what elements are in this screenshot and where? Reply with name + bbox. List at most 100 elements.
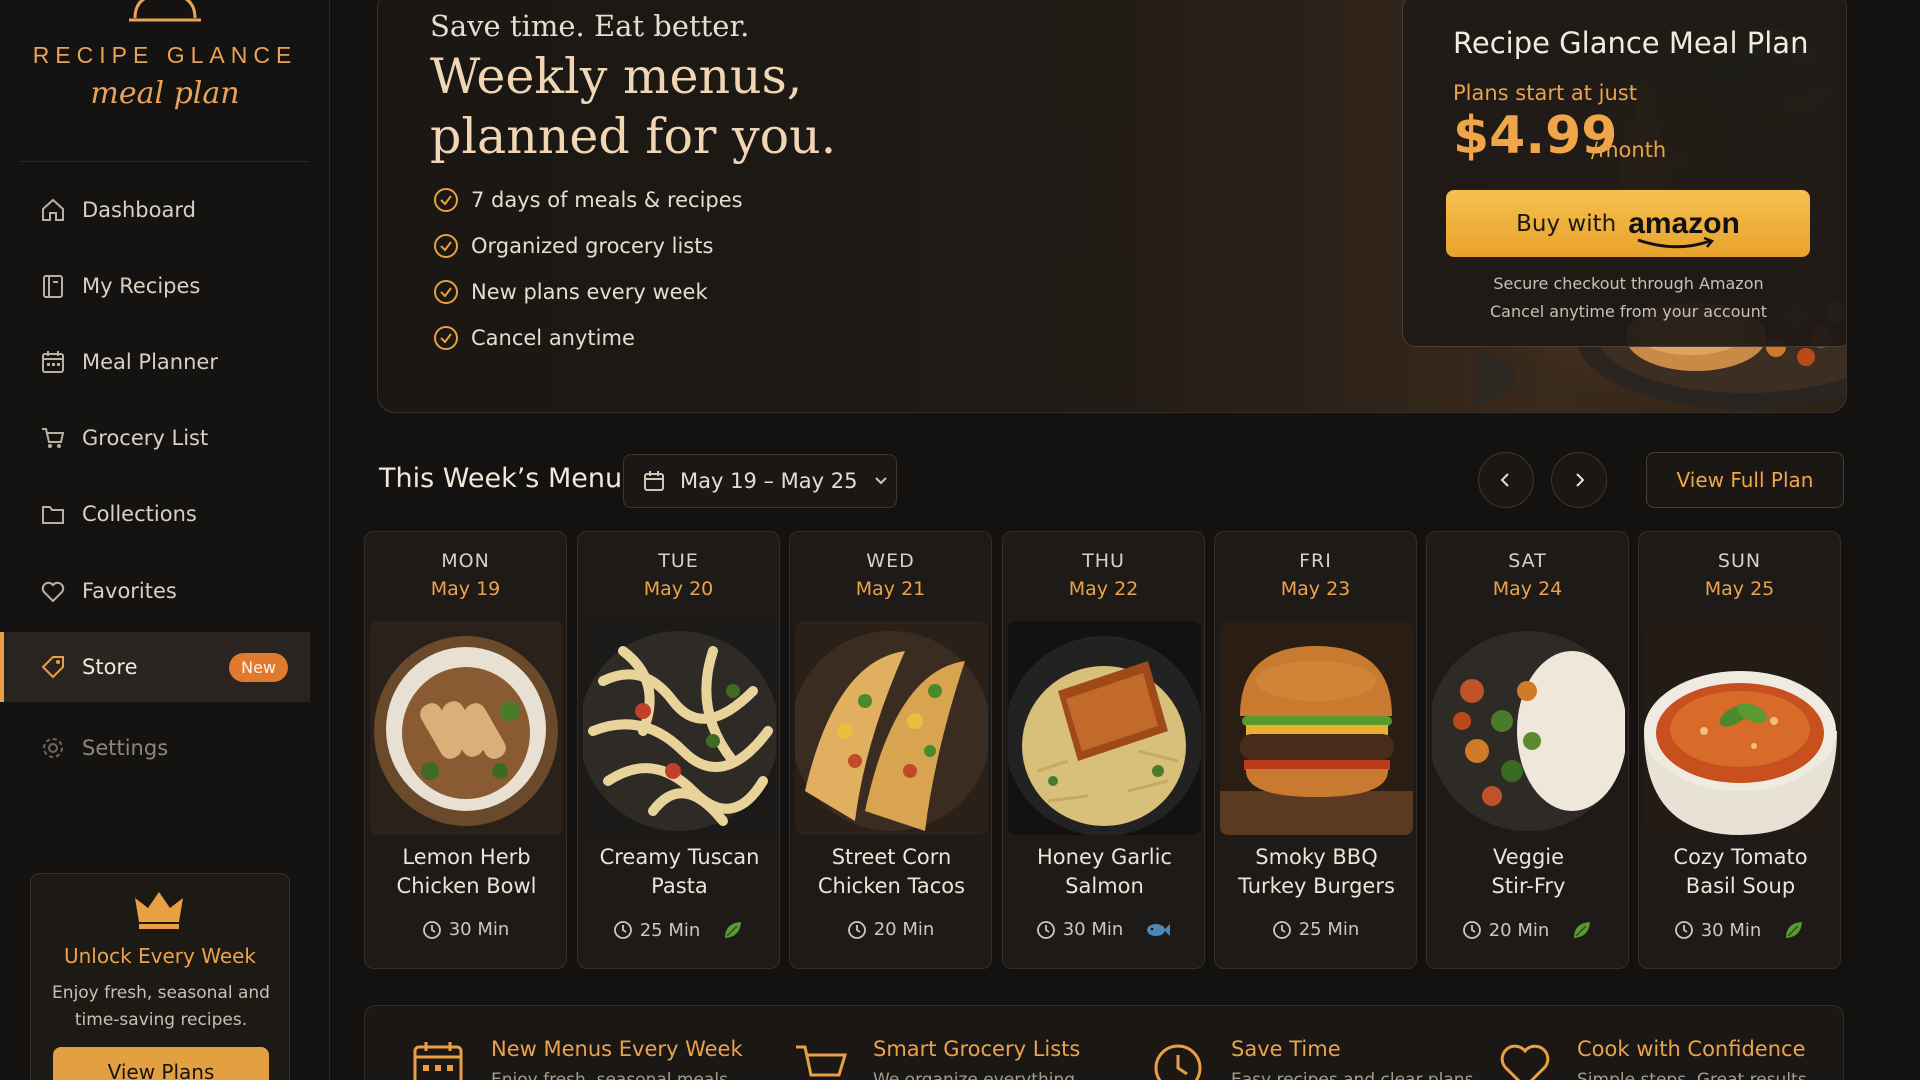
day-name: SUN [1717,550,1762,572]
day-date: May 25 [1704,578,1775,600]
leaf-icon [725,922,742,938]
sidebar-item-settings[interactable]: Settings [0,713,310,783]
sidebar-item-meal-planner[interactable]: Meal Planner [0,327,310,397]
meal-image-turkey-burger [1220,621,1413,835]
calendar-icon [413,1042,463,1080]
meal-image-tomato-soup [1644,621,1837,835]
meal-name: Creamy Tuscan Pasta [586,843,773,901]
sidebar-item-label: Favorites [82,579,177,603]
meal-name-line: Chicken Bowl [396,874,537,898]
meal-name: Smoky BBQ Turkey Burgers [1223,843,1410,901]
amazon-smile-icon [1637,236,1715,248]
meal-meta: 25 Min [578,919,779,941]
calendar-icon [644,471,664,491]
meal-name: Street Corn Chicken Tacos [798,843,985,901]
day-card-thu[interactable]: THU May 22 Honey Garlic Salmon 30 Min [1002,531,1205,969]
features-bar: New Menus Every Week Enjoy fresh, season… [364,1005,1844,1080]
feature-label: Cancel anytime [471,326,635,350]
feature-item: Cancel anytime [433,315,743,361]
unlock-promo-card: Unlock Every Week Enjoy fresh, seasonal … [30,873,290,1080]
plan-title: Recipe Glance Meal Plan [1453,26,1809,60]
plan-subtitle: Plans start at just [1453,81,1637,105]
calendar-icon [38,347,68,377]
feature-title: New Menus Every Week [491,1037,743,1061]
sidebar-divider [20,161,310,162]
feature-title: Cook with Confidence [1577,1037,1806,1061]
feature-label: 7 days of meals & recipes [471,188,743,212]
plan-period: /month [1591,138,1667,162]
meal-image-veggie-stir-fry [1432,621,1625,835]
day-card-wed[interactable]: WED May 21 Street Corn Chicken Tacos 20 … [789,531,992,969]
crown-icon [135,892,183,929]
book-icon [38,271,68,301]
folder-icon [38,499,68,529]
cart-icon [38,423,68,453]
day-card-mon[interactable]: MON May 19 Lemon Herb Chicken Bowl 30 Mi… [364,531,567,969]
meal-name-line: Chicken Tacos [817,874,966,898]
day-name: TUE [658,550,699,572]
day-name: FRI [1299,550,1332,572]
plan-note-secure: Secure checkout through Amazon [1493,274,1764,293]
clock-icon [613,921,632,939]
cloche-icon [129,0,201,22]
meal-image-salmon [1008,621,1201,835]
clock-icon [1036,920,1055,939]
menu-title: This Week’s Menu [379,463,623,494]
day-card-fri[interactable]: FRI May 23 Smoky BBQ Turkey Burgers 25 M… [1214,531,1417,969]
day-date: May 19 [430,578,501,600]
sidebar-item-label: Dashboard [82,198,196,222]
sidebar-item-grocery-list[interactable]: Grocery List [0,403,310,473]
seafood-tag [1145,922,1171,938]
sidebar-item-dashboard[interactable]: Dashboard [0,175,310,245]
hero-banner: Save time. Eat better. Weekly menus, pla… [377,0,1847,413]
sidebar-item-store[interactable]: Store New [0,632,310,702]
sidebar-item-collections[interactable]: Collections [0,479,310,549]
clock-icon [422,920,441,939]
cart-icon [796,1045,848,1077]
sidebar-item-favorites[interactable]: Favorites [0,556,310,626]
meal-name-line: Cozy Tomato [1673,845,1808,869]
date-range-label: May 19 – May 25 [680,469,858,493]
meal-meta: 30 Min [1003,919,1204,940]
check-circle-icon [434,188,458,212]
meal-image-street-corn-tacos [795,621,988,835]
previous-week-button[interactable] [1478,452,1534,508]
meal-name: Lemon Herb Chicken Bowl [373,843,560,901]
week-date-select[interactable]: May 19 – May 25 [623,454,897,508]
vegetarian-tag [722,919,744,941]
feature-item: New plans every week [433,269,743,315]
meal-name-line: Street Corn [831,845,952,869]
meal-name-line: Honey Garlic [1037,845,1172,869]
day-card-tue[interactable]: TUE May 20 Creamy Tuscan Pasta 25 Min [577,531,780,969]
day-card-sat[interactable]: SAT May 24 Veggie Stir-Fry 20 Min [1426,531,1629,969]
clock-icon [1272,920,1291,939]
buy-with-amazon-button[interactable]: Buy with amazon [1446,190,1810,257]
meal-name-line: Basil Soup [1685,874,1796,898]
clock-icon [847,920,866,939]
chevron-down-icon [875,477,888,485]
logo[interactable]: RECIPE GLANCE meal plan [0,0,330,160]
sidebar-item-label: Meal Planner [82,350,218,374]
view-full-plan-button[interactable]: View Full Plan [1646,452,1844,508]
day-name: MON [441,550,490,572]
cook-time: 30 Min [448,919,510,940]
meal-meta: 20 Min [790,919,991,940]
day-name: SAT [1508,550,1547,572]
sidebar: RECIPE GLANCE meal plan Dashboard My Rec… [0,0,330,1080]
hero-title: Weekly menus, planned for you. [430,48,837,165]
day-name: WED [866,550,915,572]
fish-icon [1147,923,1171,936]
feature-text: Enjoy fresh, seasonal meals [491,1070,728,1080]
meal-name-line: Smoky BBQ [1255,845,1378,869]
sidebar-item-label: Store [82,655,138,679]
meal-name-line: Salmon [1065,874,1144,898]
day-date: May 23 [1280,578,1351,600]
sidebar-item-my-recipes[interactable]: My Recipes [0,251,310,321]
next-week-button[interactable] [1551,452,1607,508]
view-plans-button[interactable]: View Plans [53,1047,269,1080]
logo-title: RECIPE GLANCE [32,42,298,68]
day-name: THU [1082,550,1125,572]
day-card-sun[interactable]: SUN May 25 Cozy Tomato Basil Soup 30 Min [1638,531,1841,969]
meal-name: Honey Garlic Salmon [1011,843,1198,901]
feature-text: Easy recipes and clear plans [1231,1070,1474,1080]
